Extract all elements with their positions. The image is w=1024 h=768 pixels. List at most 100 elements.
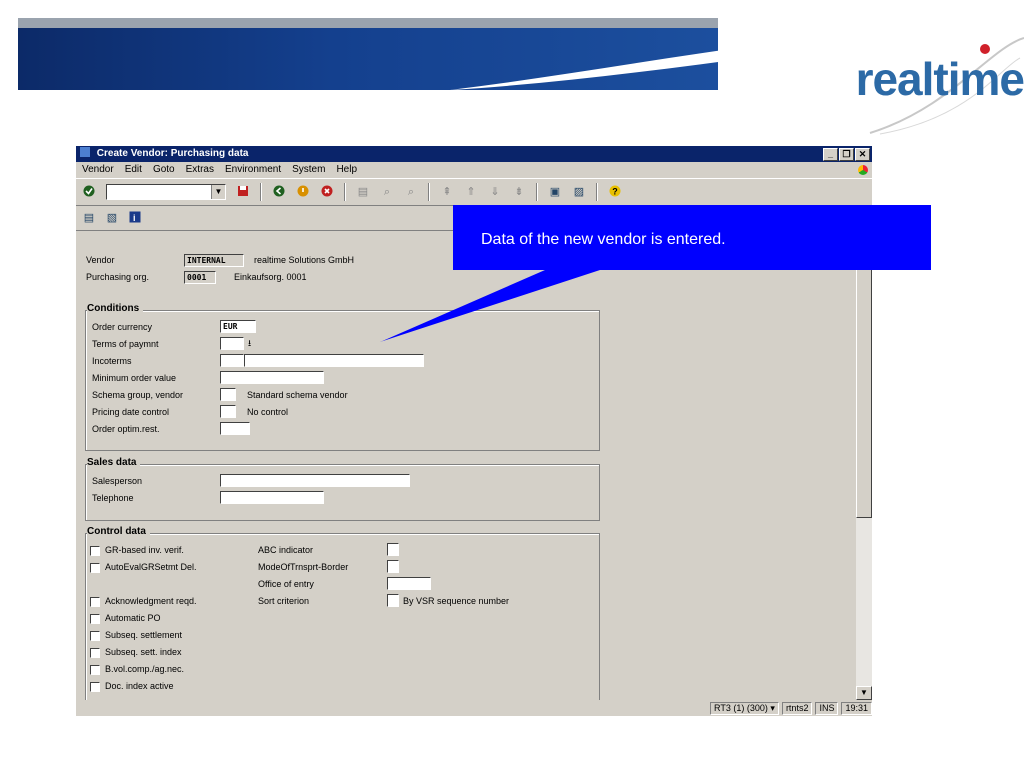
menu-vendor[interactable]: Vendor (82, 162, 114, 178)
standard-toolbar: ▼ ▤ ⌕ ⌕ ⇞ ⇑ ⇓ ⇟ ▣ ▨ ? (76, 178, 872, 206)
new-session-icon[interactable]: ▣ (548, 185, 562, 199)
info-icon[interactable]: i (128, 211, 142, 225)
min-order-value-field[interactable] (220, 371, 324, 384)
control-data-group (85, 533, 600, 702)
abc-indicator-label: ABC indicator (258, 545, 314, 555)
incoterms-location-field[interactable] (244, 354, 424, 367)
restore-button[interactable]: ❐ (839, 148, 854, 161)
schema-group-field[interactable] (220, 388, 236, 401)
autoeval-gr-setmt-label: AutoEvalGRSetmt Del. (105, 562, 197, 572)
status-system[interactable]: RT3 (1) (300) ▾ (710, 701, 779, 715)
doc-index-active-label: Doc. index active (105, 681, 174, 691)
window-title: Create Vendor: Purchasing data (96, 148, 249, 159)
checkbox-automatic-po[interactable] (90, 614, 100, 624)
pricing-date-field[interactable] (220, 405, 236, 418)
sort-criterion-text: By VSR sequence number (403, 596, 510, 606)
toolbar-separator (428, 183, 430, 201)
menu-extras[interactable]: Extras (186, 162, 214, 178)
incoterms-label: Incoterms (92, 356, 132, 366)
conditions-title: Conditions (87, 303, 144, 314)
find-icon[interactable]: ⌕ (380, 185, 394, 199)
svg-text:i: i (133, 213, 136, 223)
svg-text:?: ? (612, 187, 618, 197)
subseq-sett-index-label: Subseq. sett. index (105, 647, 182, 657)
checkbox-gr-based-inv-verif[interactable] (90, 546, 100, 556)
order-optim-field[interactable] (220, 422, 250, 435)
menu-help[interactable]: Help (336, 162, 357, 178)
screen-content: Vendor INTERNAL realtime Solutions GmbH … (76, 230, 856, 702)
status-mode: INS (815, 701, 839, 715)
terms-of-payment-field[interactable] (220, 337, 244, 350)
order-currency-label: Order currency (92, 322, 153, 332)
telephone-field[interactable] (220, 491, 324, 504)
sort-criterion-field[interactable] (387, 594, 399, 607)
menu-system[interactable]: System (292, 162, 325, 178)
menu-goto[interactable]: Goto (153, 162, 175, 178)
sap-status-icon (858, 165, 868, 175)
address-icon[interactable]: ▤ (82, 211, 96, 225)
next-page-icon[interactable]: ⇓ (488, 185, 502, 199)
status-time: 19:31 (841, 701, 872, 715)
realtime-logo: realtime (856, 44, 1024, 106)
pricing-date-label: Pricing date control (92, 407, 170, 417)
cancel-icon[interactable] (320, 185, 334, 199)
sales-data-group (85, 464, 600, 521)
subseq-settlement-label: Subseq. settlement (105, 630, 183, 640)
checkbox-subseq-settlement[interactable] (90, 631, 100, 641)
status-bar: RT3 (1) (300) ▾ rtnts2 INS 19:31 (76, 700, 872, 716)
salesperson-field[interactable] (220, 474, 410, 487)
pricing-date-text: No control (247, 407, 289, 417)
office-of-entry-field[interactable] (387, 577, 431, 590)
print-icon[interactable]: ▤ (356, 185, 370, 199)
mode-of-transport-label: ModeOfTrnsprt-Border (258, 562, 349, 572)
minimize-button[interactable]: _ (823, 148, 838, 161)
min-order-value-label: Minimum order value (92, 373, 177, 383)
order-optim-label: Order optim.rest. (92, 424, 160, 434)
close-button[interactable]: ✕ (855, 148, 870, 161)
purchasing-org-name: Einkaufsorg. 0001 (234, 272, 307, 282)
exit-icon[interactable] (296, 185, 310, 199)
schema-group-text: Standard schema vendor (247, 390, 348, 400)
possible-entries-icon[interactable]: ⭳ (248, 336, 251, 352)
back-icon[interactable] (272, 185, 286, 199)
prev-page-icon[interactable]: ⇑ (464, 185, 478, 199)
mode-of-transport-field[interactable] (387, 560, 399, 573)
help-icon[interactable]: ? (608, 185, 622, 199)
shortcut-icon[interactable]: ▨ (572, 185, 586, 199)
purchasing-org-field: 0001 (184, 271, 216, 284)
vendor-label: Vendor (86, 255, 115, 265)
checkbox-bvol-comp[interactable] (90, 665, 100, 675)
chevron-down-icon[interactable]: ▼ (211, 185, 225, 199)
menu-environment[interactable]: Environment (225, 162, 281, 178)
incoterms-field[interactable] (220, 354, 244, 367)
telephone-label: Telephone (92, 493, 134, 503)
purchasing-org-label: Purchasing org. (86, 272, 150, 282)
check-icon[interactable] (82, 185, 96, 199)
vertical-scrollbar[interactable]: ▼ (856, 230, 872, 700)
order-currency-field[interactable]: EUR (220, 320, 256, 333)
command-field[interactable]: ▼ (106, 184, 226, 200)
first-page-icon[interactable]: ⇞ (440, 185, 454, 199)
checkbox-acknowledgment-reqd[interactable] (90, 597, 100, 607)
alt-data-icon[interactable]: ▧ (105, 211, 119, 225)
vendor-field: INTERNAL (184, 254, 244, 267)
office-of-entry-label: Office of entry (258, 579, 314, 589)
scroll-down-icon[interactable]: ▼ (856, 686, 872, 700)
abc-indicator-field[interactable] (387, 543, 399, 556)
checkbox-autoeval-gr-setmt[interactable] (90, 563, 100, 573)
find-next-icon[interactable]: ⌕ (404, 185, 418, 199)
automatic-po-label: Automatic PO (105, 613, 161, 623)
sort-criterion-label: Sort criterion (258, 596, 310, 606)
checkbox-doc-index-active[interactable] (90, 682, 100, 692)
menu-edit[interactable]: Edit (125, 162, 142, 178)
bvol-comp-label: B.vol.comp./ag.nec. (105, 664, 185, 674)
scrollbar-thumb[interactable] (856, 230, 872, 518)
save-icon[interactable] (236, 185, 250, 199)
last-page-icon[interactable]: ⇟ (512, 185, 526, 199)
checkbox-subseq-sett-index[interactable] (90, 648, 100, 658)
schema-group-label: Schema group, vendor (92, 390, 184, 400)
callout-text: Data of the new vendor is entered. (481, 231, 726, 248)
acknowledgment-reqd-label: Acknowledgment reqd. (105, 596, 197, 606)
terms-of-payment-label: Terms of paymnt (92, 339, 159, 349)
gr-based-inv-verif-label: GR-based inv. verif. (105, 545, 184, 555)
